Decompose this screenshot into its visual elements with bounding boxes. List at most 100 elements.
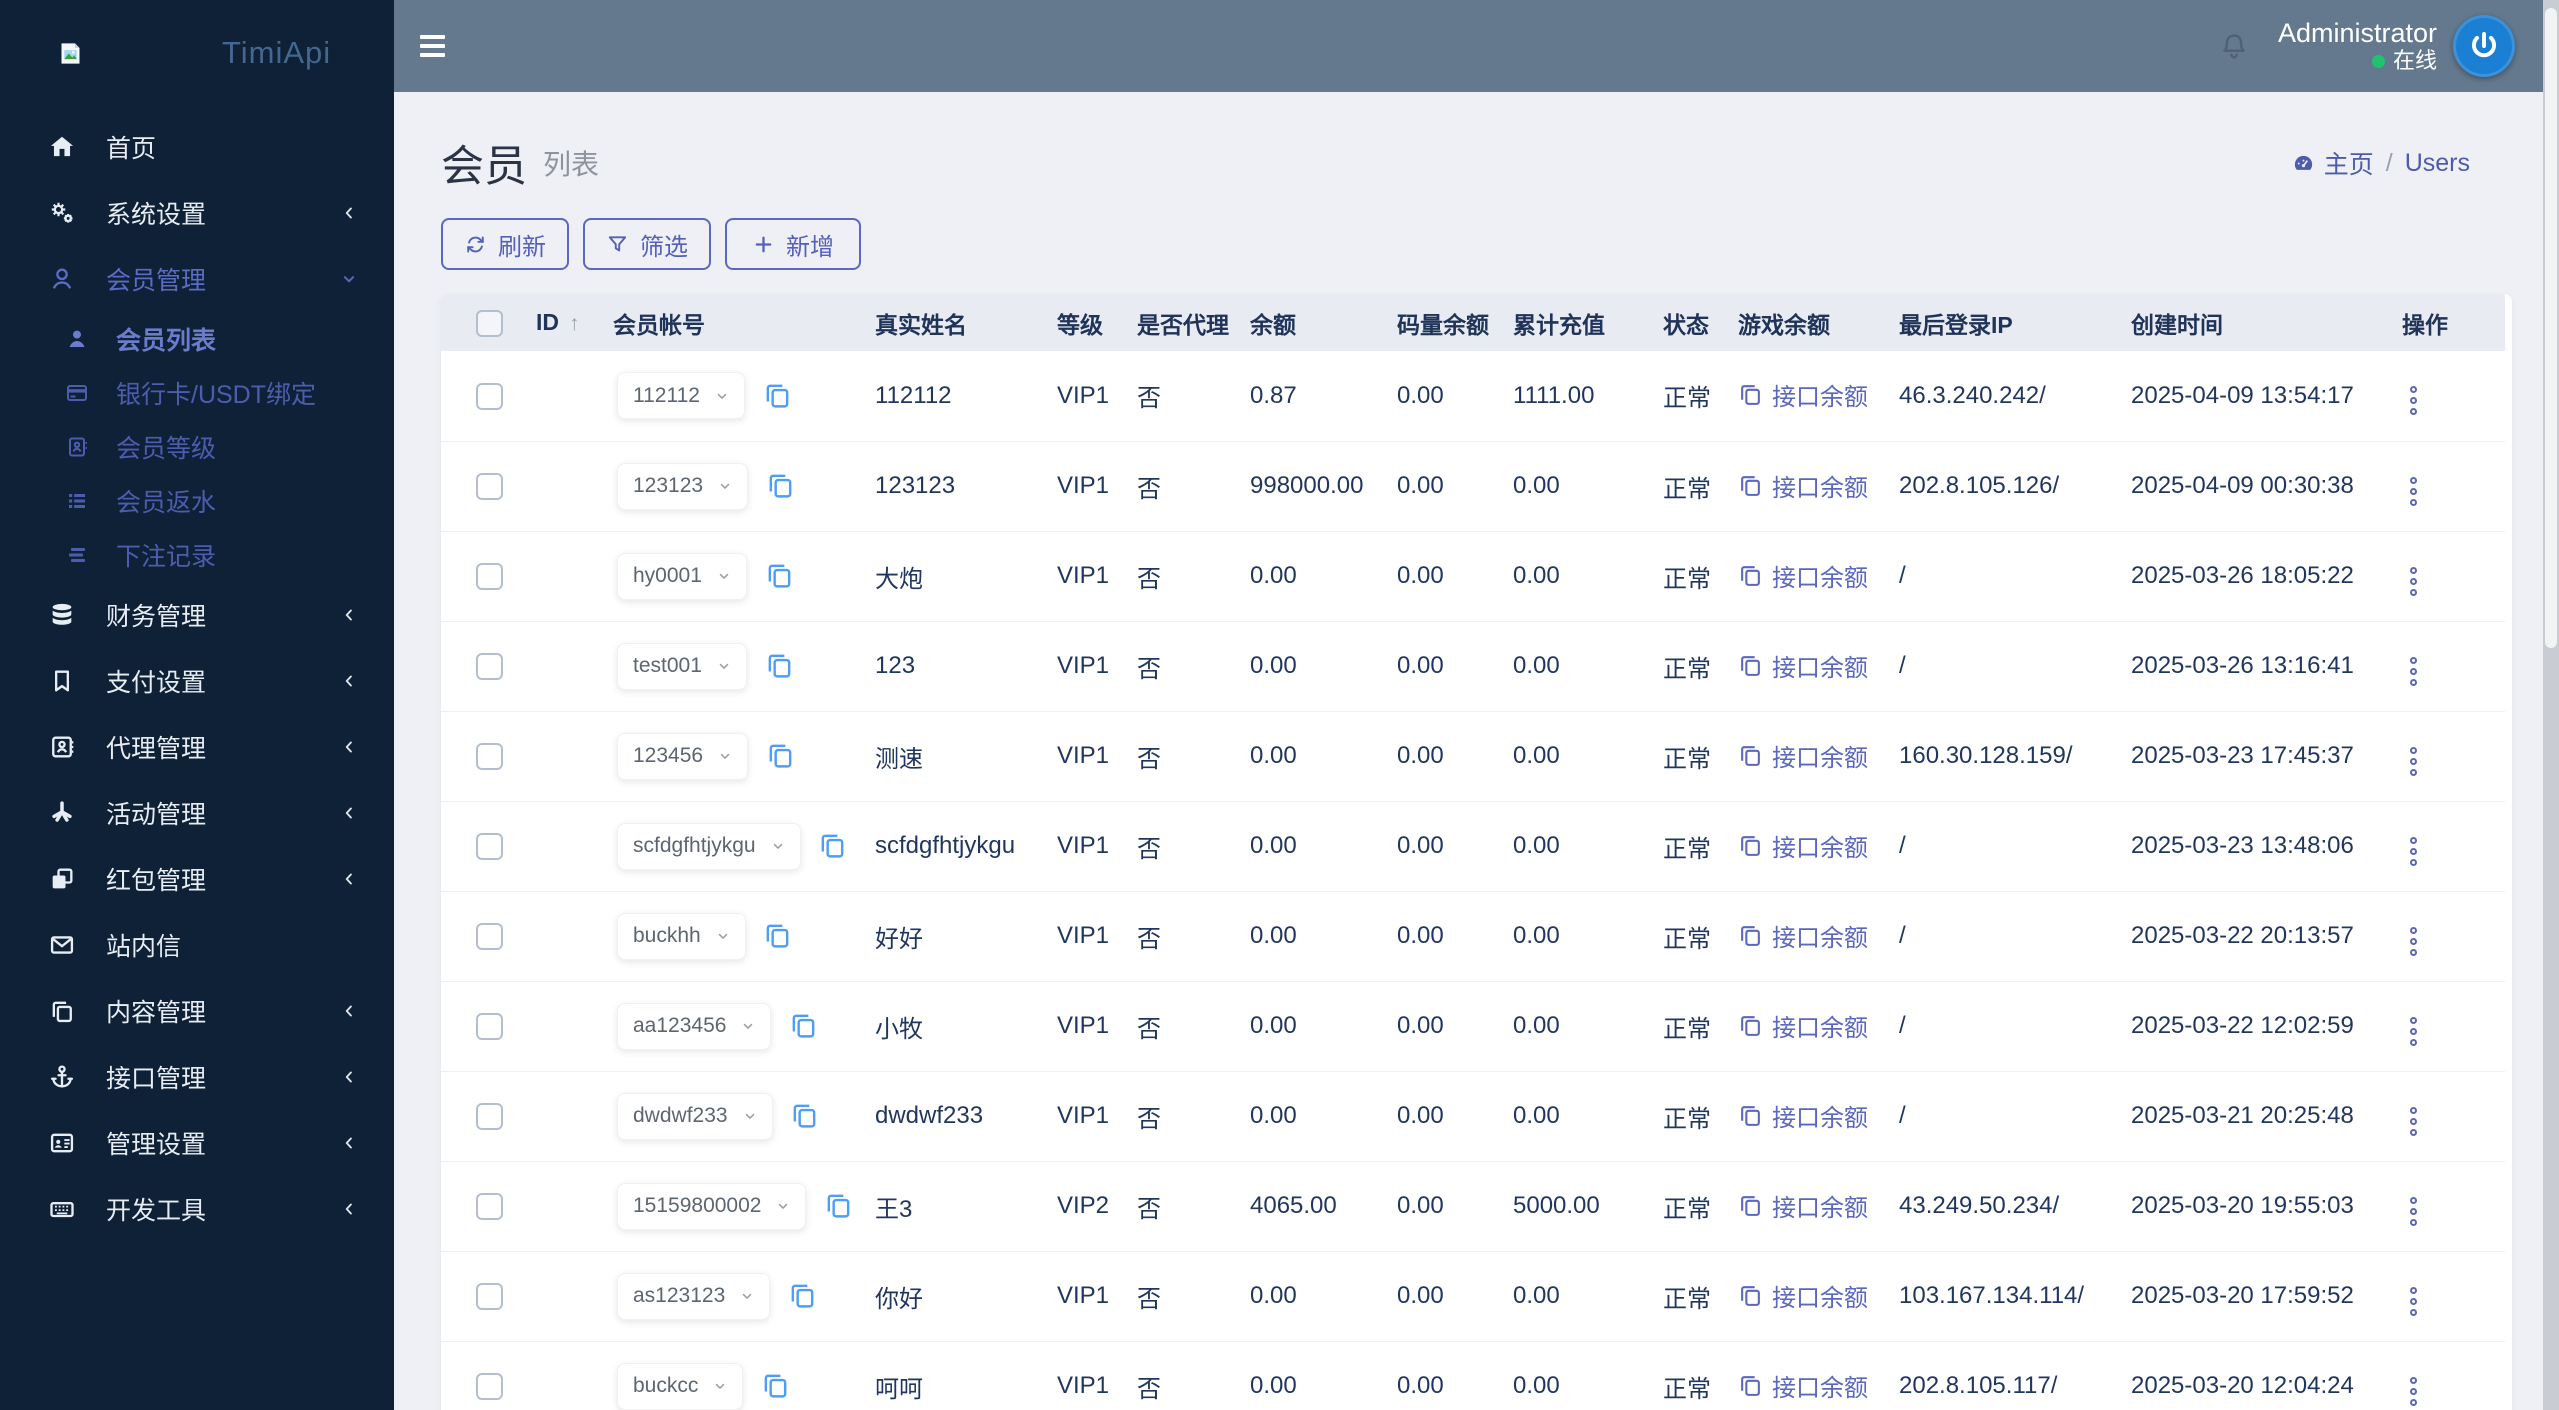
game-balance-label: 接口余额 [1772, 744, 1868, 772]
hamburger-icon[interactable] [420, 35, 445, 57]
sidebar-item-label: 接口管理 [106, 1065, 207, 1093]
sidebar-item-1[interactable]: 系统设置 [0, 180, 394, 246]
copy-account-icon[interactable] [765, 561, 794, 590]
copy-account-icon[interactable] [824, 1191, 853, 1220]
game-balance-link[interactable]: 接口余额 [1738, 918, 1868, 953]
game-balance-link[interactable]: 接口余额 [1738, 468, 1868, 503]
sidebar-item-10[interactable]: 接口管理 [0, 1044, 394, 1110]
sidebar-item-12[interactable]: 开发工具 [0, 1176, 394, 1242]
row-checkbox[interactable] [476, 1193, 503, 1221]
row-created-at: 2025-04-09 13:54:17 [2131, 381, 2354, 409]
row-actions-button[interactable] [2406, 833, 2421, 870]
account-select[interactable]: hy0001 [617, 552, 747, 600]
add-button[interactable]: 新增 [725, 218, 861, 270]
sort-up-icon[interactable]: ↑ [569, 312, 580, 335]
account-select[interactable]: as123123 [617, 1272, 771, 1320]
sidebar-item-9[interactable]: 内容管理 [0, 978, 394, 1044]
refresh-button[interactable]: 刷新 [441, 218, 569, 270]
game-balance-link[interactable]: 接口余额 [1738, 738, 1868, 773]
game-balance-link[interactable]: 接口余额 [1738, 1278, 1868, 1313]
row-checkbox[interactable] [476, 923, 503, 951]
row-actions-button[interactable] [2406, 923, 2421, 960]
bell-icon[interactable] [2218, 30, 2250, 62]
copy-account-icon[interactable] [761, 1371, 790, 1400]
account-select[interactable]: aa123456 [617, 1002, 772, 1050]
row-actions-button[interactable] [2406, 1283, 2421, 1320]
copy-account-icon[interactable] [763, 381, 792, 410]
copy-account-icon[interactable] [788, 1281, 817, 1310]
row-last-login-ip: 43.249.50.234/ [1899, 1192, 2060, 1219]
sidebar-item-8[interactable]: 站内信 [0, 912, 394, 978]
account-select[interactable]: 15159800002 [617, 1182, 807, 1230]
row-actions-button[interactable] [2406, 473, 2421, 510]
game-balance-link[interactable]: 接口余额 [1738, 648, 1868, 683]
row-checkbox[interactable] [476, 653, 503, 681]
account-select[interactable]: 112112 [617, 372, 745, 420]
copy-account-icon[interactable] [790, 1101, 819, 1130]
game-balance-link[interactable]: 接口余额 [1738, 1008, 1868, 1043]
row-actions-button[interactable] [2406, 653, 2421, 690]
copy-game-balance-icon [1738, 743, 1763, 768]
row-actions-button[interactable] [2406, 1193, 2421, 1230]
game-balance-link[interactable]: 接口余额 [1738, 558, 1868, 593]
copy-account-icon[interactable] [766, 741, 795, 770]
col-id[interactable]: ID [536, 309, 559, 335]
copy-account-icon[interactable] [766, 471, 795, 500]
sidebar-item-7[interactable]: 红包管理 [0, 846, 394, 912]
game-balance-link[interactable]: 接口余额 [1738, 1188, 1868, 1223]
sidebar-subitem-2-2[interactable]: 会员等级 [0, 420, 394, 474]
sidebar-item-0[interactable]: 首页 [0, 114, 394, 180]
row-actions-button[interactable] [2406, 743, 2421, 780]
account-select[interactable]: scfdgfhtjykgu [617, 822, 801, 870]
game-balance-link[interactable]: 接口余额 [1738, 828, 1868, 863]
account-select[interactable]: 123123 [617, 462, 749, 510]
page-head: 会员 列表 主页 / Users [441, 132, 2512, 194]
account-select[interactable]: test001 [617, 642, 747, 690]
row-checkbox[interactable] [476, 833, 503, 861]
row-checkbox[interactable] [476, 1373, 503, 1401]
game-balance-link[interactable]: 接口余额 [1738, 377, 1868, 412]
scrollbar-thumb[interactable] [2545, 8, 2557, 648]
row-actions-button[interactable] [2406, 1373, 2421, 1410]
sidebar-subitem-2-1[interactable]: 银行卡/USDT绑定 [0, 366, 394, 420]
row-checkbox[interactable] [476, 1283, 503, 1311]
sidebar-item-3[interactable]: 财务管理 [0, 582, 394, 648]
sidebar-item-5[interactable]: 代理管理 [0, 714, 394, 780]
filter-button[interactable]: 筛选 [583, 218, 711, 270]
sidebar-subitem-2-3[interactable]: 会员返水 [0, 474, 394, 528]
account-select[interactable]: dwdwf233 [617, 1092, 773, 1140]
game-balance-link[interactable]: 接口余额 [1738, 1098, 1868, 1133]
refresh-label: 刷新 [498, 233, 546, 261]
row-actions-button[interactable] [2406, 1013, 2421, 1050]
row-checkbox[interactable] [476, 563, 503, 591]
copy-account-icon[interactable] [765, 651, 794, 680]
sidebar-subitem-2-4[interactable]: 下注记录 [0, 528, 394, 582]
row-checkbox[interactable] [476, 743, 503, 771]
gears-icon [46, 197, 78, 229]
copy-account-icon[interactable] [818, 831, 847, 860]
sidebar-item-11[interactable]: 管理设置 [0, 1110, 394, 1176]
row-checkbox[interactable] [476, 1013, 503, 1041]
row-actions-button[interactable] [2406, 1103, 2421, 1140]
account-select[interactable]: buckcc [617, 1362, 744, 1410]
row-checkbox[interactable] [476, 1103, 503, 1131]
row-actions-button[interactable] [2406, 563, 2421, 600]
sidebar-item-4[interactable]: 支付设置 [0, 648, 394, 714]
stream-icon [64, 542, 90, 568]
select-all-checkbox[interactable] [476, 309, 503, 337]
row-checkbox[interactable] [476, 382, 503, 410]
row-actions-button[interactable] [2406, 382, 2421, 419]
breadcrumb-current[interactable]: Users [2405, 149, 2470, 178]
sidebar-item-6[interactable]: 活动管理 [0, 780, 394, 846]
game-balance-link[interactable]: 接口余额 [1738, 1368, 1868, 1403]
row-checkbox[interactable] [476, 473, 503, 501]
copy-account-icon[interactable] [789, 1011, 818, 1040]
account-select[interactable]: buckhh [617, 912, 746, 960]
breadcrumb-home-link[interactable]: 主页 [2324, 145, 2374, 181]
sidebar-item-2[interactable]: 会员管理 [0, 246, 394, 312]
sidebar-subitem-2-0[interactable]: 会员列表 [0, 312, 394, 366]
avatar[interactable] [2453, 15, 2515, 77]
copy-account-icon[interactable] [763, 921, 792, 950]
account-select[interactable]: 123456 [617, 732, 749, 780]
copy-game-balance-icon [1738, 563, 1763, 588]
